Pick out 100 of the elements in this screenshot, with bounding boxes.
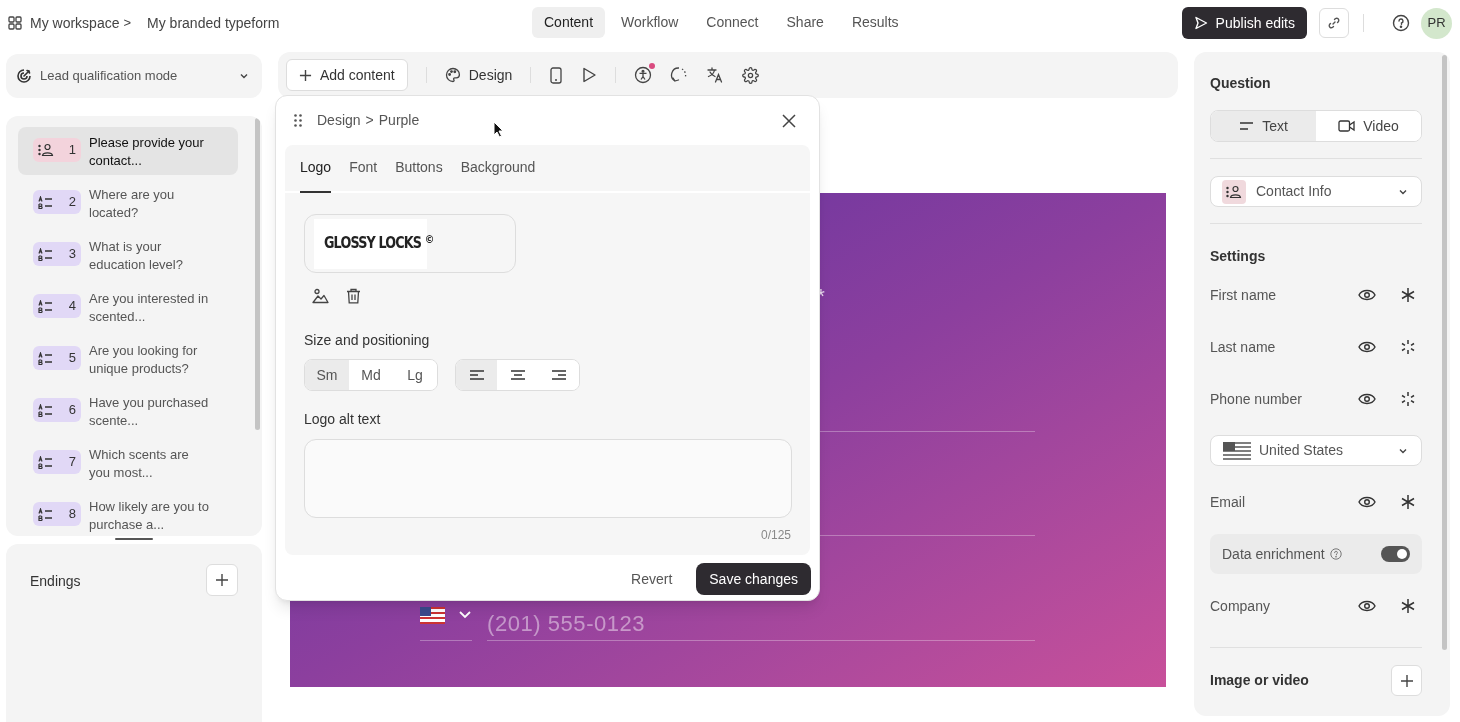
mode-dropdown[interactable]: Lead qualification mode xyxy=(6,54,262,98)
drag-handle-icon[interactable] xyxy=(294,114,302,127)
size-option[interactable]: Sm xyxy=(305,360,349,390)
workspace-link[interactable]: My workspace xyxy=(30,12,120,34)
text-lines-icon xyxy=(1239,122,1255,130)
eye-icon[interactable] xyxy=(1358,496,1376,508)
media-tab[interactable]: Text xyxy=(1211,111,1316,141)
eye-icon[interactable] xyxy=(1358,600,1376,612)
publish-button[interactable]: Publish edits xyxy=(1181,7,1307,39)
question-title: Which scents are you most... xyxy=(89,446,190,482)
contact-icon xyxy=(1222,179,1246,204)
add-ending-button[interactable] xyxy=(206,564,238,596)
dashed-asterisk-icon[interactable] xyxy=(1400,339,1416,355)
eye-icon[interactable] xyxy=(1358,341,1376,353)
design-tab[interactable]: Font xyxy=(349,157,378,193)
question-title: What is your education level? xyxy=(89,238,184,274)
section-title: Settings xyxy=(1210,247,1267,266)
country-code-picker[interactable] xyxy=(420,607,472,641)
field-label: Email xyxy=(1210,492,1245,512)
field-label: Phone number xyxy=(1210,389,1302,409)
alt-text-field[interactable] xyxy=(304,439,792,518)
asterisk-icon[interactable] xyxy=(1400,598,1416,614)
play-icon[interactable] xyxy=(581,67,598,83)
country-dropdown[interactable]: United States xyxy=(1210,435,1422,466)
align-left-button[interactable] xyxy=(456,360,497,390)
asterisk-icon[interactable] xyxy=(1400,287,1416,303)
add-media-button[interactable] xyxy=(1391,665,1422,696)
mobile-preview-icon[interactable] xyxy=(549,66,564,84)
question-number-badge: 5 xyxy=(33,346,81,370)
question-title: Are you interested in scented... xyxy=(89,290,210,326)
align-left-icon xyxy=(468,369,485,381)
add-content-button[interactable]: Add content xyxy=(286,59,408,91)
translate-icon[interactable] xyxy=(706,66,725,84)
nav-tab[interactable]: Results xyxy=(839,7,911,38)
scrollbar[interactable] xyxy=(1442,55,1447,650)
nav-tab[interactable]: Content xyxy=(532,7,606,38)
question-number-badge: 6 xyxy=(33,398,81,422)
choice-list-icon xyxy=(38,455,53,469)
resize-handle[interactable] xyxy=(115,538,153,540)
character-counter: 0/125 xyxy=(760,527,791,544)
settings-icon[interactable] xyxy=(742,66,760,84)
form-title: My branded typeform xyxy=(147,13,280,33)
question-title: How likely are you to purchase a... xyxy=(89,498,210,534)
asterisk-icon[interactable] xyxy=(1400,494,1416,510)
question-number-badge: 2 xyxy=(33,190,81,214)
design-button[interactable]: Design xyxy=(444,64,513,86)
mouse-cursor xyxy=(493,121,504,138)
us-flag-icon xyxy=(1223,441,1251,460)
toggle-switch[interactable] xyxy=(1381,546,1410,562)
target-icon xyxy=(16,68,32,84)
question-type-dropdown[interactable]: Contact Info xyxy=(1210,176,1422,207)
section-title: Image or video xyxy=(1210,671,1309,690)
choice-list-icon xyxy=(38,247,53,261)
close-icon[interactable] xyxy=(782,113,796,128)
panel-title: Question xyxy=(1210,74,1272,93)
breadcrumb-separator: > xyxy=(123,14,132,33)
apps-grid-icon[interactable] xyxy=(8,16,22,30)
logo-image: GLOSSY LOCKS $^{©}$ xyxy=(324,232,434,255)
popup-breadcrumb[interactable]: Design xyxy=(317,110,361,131)
help-icon[interactable] xyxy=(1392,14,1410,32)
theme-name: Purple xyxy=(378,111,420,130)
video-camera-icon xyxy=(1338,120,1356,132)
revert-button[interactable]: Revert xyxy=(631,568,673,590)
section-label: Size and positioning xyxy=(304,331,431,350)
question-number-badge: 8 xyxy=(33,502,81,526)
link-icon xyxy=(1327,16,1341,30)
save-button[interactable]: Save changes xyxy=(696,563,811,595)
logo-preview[interactable]: GLOSSY LOCKS $^{©}$ xyxy=(304,214,516,273)
trash-icon[interactable] xyxy=(346,288,361,304)
choice-list-icon xyxy=(38,507,53,521)
design-tab[interactable]: Background xyxy=(460,157,536,193)
question-number-badge: 3 xyxy=(33,242,81,266)
user-avatar[interactable]: PR xyxy=(1421,7,1452,39)
scrollbar[interactable] xyxy=(255,118,260,430)
palette-icon xyxy=(444,67,461,83)
image-icon[interactable] xyxy=(312,288,329,304)
endings-title: Endings xyxy=(30,572,81,591)
nav-tab[interactable]: Workflow xyxy=(609,7,691,38)
dashed-asterisk-icon[interactable] xyxy=(1400,391,1416,407)
eye-icon[interactable] xyxy=(1358,393,1376,405)
accessibility-icon[interactable] xyxy=(634,66,653,84)
align-center-icon xyxy=(509,369,526,381)
nav-tab[interactable]: Connect xyxy=(694,7,771,38)
us-flag-icon xyxy=(420,607,445,624)
align-right-icon xyxy=(550,369,567,381)
choice-list-icon xyxy=(38,299,53,313)
eye-icon[interactable] xyxy=(1358,289,1376,301)
field-label: Last name xyxy=(1210,337,1276,357)
link-button[interactable] xyxy=(1319,8,1349,38)
send-icon xyxy=(1193,16,1208,30)
design-tab[interactable]: Logo xyxy=(300,157,332,193)
choice-list-icon xyxy=(38,195,53,209)
question-number-badge: 1 xyxy=(33,138,81,162)
section-label: Logo alt text xyxy=(304,410,382,429)
nav-tab[interactable]: Share xyxy=(774,7,836,38)
question-title: Have you purchased scente... xyxy=(89,394,210,430)
choice-list-icon xyxy=(38,351,53,365)
design-tab[interactable]: Buttons xyxy=(395,157,443,193)
choice-list-icon xyxy=(38,403,53,417)
logic-icon[interactable] xyxy=(670,66,689,84)
